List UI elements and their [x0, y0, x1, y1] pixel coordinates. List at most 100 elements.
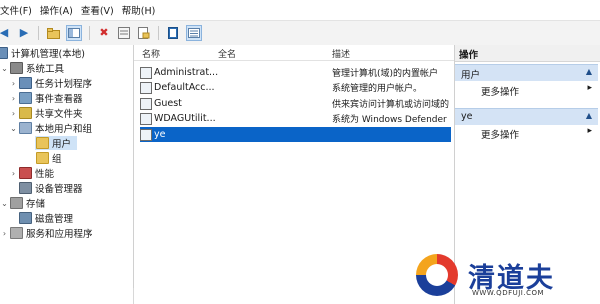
console-tree-icon[interactable] [186, 25, 202, 41]
user-name: Administrat... [154, 67, 219, 78]
tree-item-local-users-groups[interactable]: ⌄ 本地用户和组 [9, 121, 92, 135]
chevron-down-icon[interactable]: ⌄ [0, 64, 9, 73]
folder-icon [36, 137, 49, 149]
tree-item-task-scheduler[interactable]: › 任务计划程序 [9, 76, 92, 90]
user-description: 系统为 Windows Defender [332, 115, 447, 125]
clock-icon [19, 77, 32, 89]
performance-icon [19, 167, 32, 179]
menu-view[interactable]: 查看(V) [77, 3, 118, 17]
user-row[interactable]: Administrat... 管理计算机(域)的内置帐户 [140, 65, 451, 80]
tree-item-label: 服务和应用程序 [26, 229, 93, 240]
tree-item-label: 共享文件夹 [35, 109, 83, 120]
tree-item-label: 存储 [26, 199, 46, 210]
event-viewer-icon [19, 92, 32, 104]
submenu-arrow-icon: ▸ [587, 83, 592, 93]
tree-item-device-manager[interactable]: 设备管理器 [18, 181, 83, 195]
chevron-right-icon[interactable]: › [9, 169, 18, 178]
tree-item-event-viewer[interactable]: › 事件查看器 [9, 91, 83, 105]
tree-item-disk-management[interactable]: 磁盘管理 [18, 211, 73, 225]
actions-section-users[interactable]: 用户 ▲ [455, 64, 598, 81]
menu-bar: 文件(F) 操作(A) 查看(V) 帮助(H) [0, 0, 600, 20]
chevron-down-icon[interactable]: ⌄ [9, 124, 18, 133]
action-label: 更多操作 [481, 87, 520, 98]
disk-icon [19, 212, 32, 224]
user-row-selected[interactable]: ye [140, 127, 451, 142]
tree-item-label: 系统工具 [26, 64, 65, 75]
shared-folder-icon [19, 107, 32, 119]
user-icon [140, 81, 152, 94]
tree-item-root[interactable]: 计算机管理(本地) [0, 46, 85, 60]
tree-item-label: 用户 [52, 139, 72, 150]
tools-icon [10, 62, 23, 74]
tree-item-label: 设备管理器 [35, 184, 83, 195]
services-icon [10, 227, 23, 239]
computer-icon [0, 47, 8, 59]
folder-icon [36, 152, 49, 164]
console-tree: 计算机管理(本地) ⌄ 系统工具 › 任务计划程序 › 事件查看器 › 共享文件… [0, 45, 134, 304]
device-manager-icon [19, 182, 32, 194]
export-icon[interactable] [137, 26, 151, 40]
show-tree-icon[interactable] [66, 25, 82, 41]
user-description: 供来宾访问计算机或访问域的 [332, 100, 450, 110]
chevron-right-icon[interactable]: › [9, 109, 18, 118]
chevron-right-icon[interactable]: › [9, 94, 18, 103]
tree-item-label: 任务计划程序 [35, 79, 93, 90]
up-folder-icon[interactable] [46, 26, 60, 40]
more-actions-item[interactable]: 更多操作 ▸ [455, 82, 598, 98]
collapse-arrow-icon[interactable]: ▲ [586, 111, 592, 120]
tree-item-system-tools[interactable]: ⌄ 系统工具 [0, 61, 64, 75]
delete-icon[interactable]: ✖ [97, 26, 111, 40]
column-header-name[interactable]: 名称 [142, 47, 160, 60]
users-group-icon [19, 122, 32, 134]
column-header-fullname[interactable]: 全名 [218, 47, 236, 60]
tree-item-label: 本地用户和组 [35, 124, 93, 135]
action-label: 更多操作 [481, 130, 520, 141]
submenu-arrow-icon: ▸ [587, 126, 592, 136]
menu-help[interactable]: 帮助(H) [118, 3, 160, 17]
properties-icon[interactable] [117, 26, 131, 40]
tree-item-shared-folders[interactable]: › 共享文件夹 [9, 106, 83, 120]
tree-item-services-apps[interactable]: › 服务和应用程序 [0, 226, 93, 240]
logo-mark-center [426, 264, 448, 286]
chevron-right-icon[interactable]: › [0, 229, 9, 238]
tree-item-label: 计算机管理(本地) [11, 49, 85, 60]
user-name: WDAGUtilit... [154, 113, 216, 124]
tree-item-label: 事件查看器 [35, 94, 83, 105]
tree-item-storage[interactable]: ⌄ 存储 [0, 196, 45, 210]
user-description: 管理计算机(域)的内置帐户 [332, 69, 439, 79]
tree-item-groups[interactable]: 组 [35, 151, 62, 165]
watermark-logo: 清道夫 WWW.QDFUJI.COM [416, 254, 592, 300]
tree-item-performance[interactable]: › 性能 [9, 166, 54, 180]
user-list: 名称 全名 描述 Administrat... 管理计算机(域)的内置帐户 De… [134, 45, 455, 304]
tree-item-label: 组 [52, 154, 62, 165]
user-icon [140, 112, 152, 125]
back-arrow-icon[interactable]: ◀ [0, 26, 11, 40]
tree-item-label: 磁盘管理 [35, 214, 74, 225]
menu-action[interactable]: 操作(A) [36, 3, 77, 17]
toolbar-separator [89, 26, 90, 40]
chevron-right-icon[interactable]: › [9, 79, 18, 88]
watermark-url: WWW.QDFUJI.COM [472, 289, 545, 297]
user-name: ye [154, 129, 166, 140]
user-row[interactable]: DefaultAcc... 系统管理的用户帐户。 [140, 80, 451, 95]
section-label: ye [461, 111, 473, 122]
help-icon[interactable] [166, 26, 180, 40]
actions-title: 操作 [455, 45, 600, 62]
column-header-description[interactable]: 描述 [332, 47, 350, 60]
user-name: Guest [154, 98, 182, 109]
section-label: 用户 [461, 70, 481, 81]
actions-section-ye[interactable]: ye ▲ [455, 108, 598, 125]
tree-item-users[interactable]: 用户 [35, 136, 77, 150]
chevron-down-icon[interactable]: ⌄ [0, 199, 9, 208]
toolbar-separator [38, 26, 39, 40]
user-icon [140, 66, 152, 79]
collapse-arrow-icon[interactable]: ▲ [586, 67, 592, 76]
user-row[interactable]: WDAGUtilit... 系统为 Windows Defender [140, 111, 451, 126]
more-actions-item[interactable]: 更多操作 ▸ [455, 125, 598, 141]
tree-item-label: 性能 [35, 169, 55, 180]
user-description: 系统管理的用户帐户。 [332, 84, 423, 94]
user-row[interactable]: Guest 供来宾访问计算机或访问域的 [140, 96, 451, 111]
menu-file[interactable]: 文件(F) [0, 3, 36, 17]
forward-arrow-icon[interactable]: ▶ [17, 26, 31, 40]
toolbar-separator [158, 26, 159, 40]
